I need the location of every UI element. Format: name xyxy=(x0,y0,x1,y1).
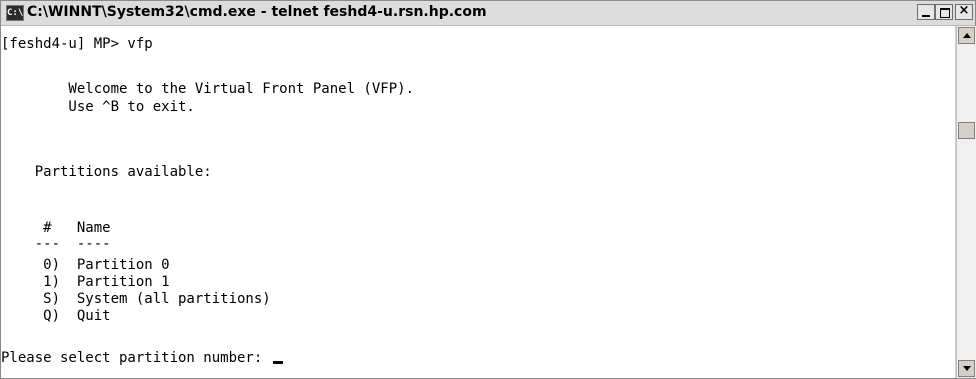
scroll-up-button[interactable] xyxy=(958,27,975,44)
console-window: C:\ C:\WINNT\System32\cmd.exe - telnet f… xyxy=(0,0,976,379)
console-line: Welcome to the Virtual Front Panel (VFP)… xyxy=(1,81,415,97)
scroll-down-arrow-icon xyxy=(963,366,971,371)
scroll-down-button[interactable] xyxy=(958,360,975,377)
maximize-icon xyxy=(940,8,950,18)
minimize-icon xyxy=(922,15,930,17)
prompt-line[interactable]: Please select partition number: xyxy=(1,349,283,367)
console-line: S) System (all partitions) xyxy=(1,291,271,307)
console-line: Use ^B to exit. xyxy=(1,99,195,115)
window-title: C:\WINNT\System32\cmd.exe - telnet feshd… xyxy=(27,4,487,20)
title-bar[interactable]: C:\ C:\WINNT\System32\cmd.exe - telnet f… xyxy=(1,1,975,26)
close-button[interactable]: × xyxy=(955,3,973,20)
close-icon: × xyxy=(958,3,970,18)
prompt-text: Please select partition number: xyxy=(1,350,271,366)
minimize-button[interactable] xyxy=(917,4,935,20)
scroll-thumb[interactable] xyxy=(958,122,975,139)
text-cursor xyxy=(272,361,283,364)
console-line: 1) Partition 1 xyxy=(1,274,170,290)
console-line: --- ---- xyxy=(1,236,111,252)
console-line: Partitions available: xyxy=(1,164,212,180)
console-line: Q) Quit xyxy=(1,308,111,324)
console-line: 0) Partition 0 xyxy=(1,257,170,273)
console-line: [feshd4-u] MP> vfp xyxy=(1,36,153,52)
maximize-button[interactable] xyxy=(935,4,953,20)
scroll-up-arrow-icon xyxy=(963,33,971,38)
console-output[interactable]: [feshd4-u] MP> vfp Welcome to the Virtua… xyxy=(1,26,955,378)
vertical-scrollbar[interactable] xyxy=(956,26,976,378)
cmd-console-icon[interactable]: C:\ xyxy=(6,5,24,21)
